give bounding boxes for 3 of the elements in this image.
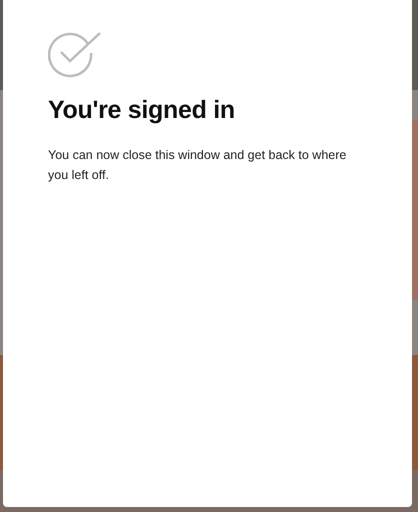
dialog-title: You're signed in <box>48 96 236 125</box>
dialog-message: You can now close this window and get back to where you left off. <box>48 147 348 184</box>
checkmark-circle-icon <box>48 32 102 78</box>
